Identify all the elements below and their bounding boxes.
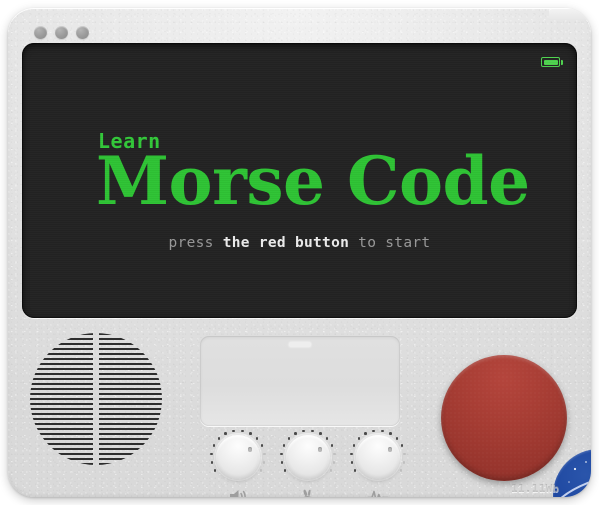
device-screen: Learn Morse Code press the red button to… — [22, 43, 577, 318]
knob-volume-pointer — [247, 447, 252, 452]
knob-tick — [403, 452, 406, 456]
battery-body — [541, 57, 560, 67]
knob-tick — [319, 432, 322, 435]
knob-tick — [350, 461, 354, 464]
knob-tick — [352, 444, 356, 447]
start-button[interactable] — [441, 355, 567, 481]
knob-tick — [399, 468, 403, 472]
page-title: Morse Code — [96, 142, 530, 220]
battery-cap — [561, 59, 563, 65]
knob-tick — [357, 437, 361, 440]
speaker-grille-right — [99, 333, 162, 465]
knob-tick — [333, 452, 336, 456]
knob-tick — [210, 452, 213, 456]
knob-tick — [310, 429, 314, 433]
knob-speed-dial[interactable] — [286, 435, 330, 479]
knob-tick — [372, 429, 376, 433]
knob-tick — [287, 437, 291, 440]
knob-tick — [280, 452, 283, 456]
knob-tick — [400, 444, 404, 447]
knob-tick — [210, 461, 214, 464]
knob-tick — [232, 429, 236, 433]
knob-tone-dial[interactable] — [356, 435, 400, 479]
knob-tick — [213, 468, 217, 472]
knob-tick — [255, 437, 259, 440]
knob-tick — [283, 468, 287, 472]
knob-tick — [212, 444, 216, 447]
knob-tick — [260, 444, 264, 447]
knob-tick — [325, 437, 329, 440]
knob-tick — [395, 437, 399, 440]
start-hint-text: press the red button to start — [22, 235, 577, 251]
rabbit-icon — [277, 488, 339, 497]
knob-speed[interactable] — [277, 426, 339, 497]
knob-tick — [217, 437, 221, 440]
knob-tick — [259, 468, 263, 472]
knob-speed-pointer — [317, 447, 322, 452]
knob-volume[interactable] — [207, 426, 269, 497]
knob-tone[interactable] — [347, 426, 409, 497]
knob-tick — [329, 468, 333, 472]
knob-tick — [389, 432, 392, 435]
knob-tick — [224, 432, 227, 435]
knob-tick — [350, 452, 353, 456]
radio-device-body: Learn Morse Code press the red button to… — [8, 8, 591, 497]
knob-tick — [332, 461, 336, 464]
volume-icon — [207, 488, 269, 497]
knob-tick — [249, 432, 252, 435]
window-close-button[interactable] — [34, 26, 47, 39]
waveform-icon — [347, 488, 409, 497]
display-panel[interactable] — [200, 336, 400, 426]
knob-tone-pointer — [387, 447, 392, 452]
knob-tick — [240, 429, 244, 433]
window-controls — [34, 26, 89, 39]
knob-tick — [302, 429, 306, 433]
knob-tick — [282, 444, 286, 447]
knob-tick — [280, 461, 284, 464]
speaker-grille-left — [30, 333, 93, 465]
panel-indicator-led — [289, 342, 311, 347]
window-minimize-button[interactable] — [55, 26, 68, 39]
knob-tick — [262, 461, 266, 464]
knob-tick — [402, 461, 406, 464]
hint-prefix: press — [168, 235, 223, 251]
device-model-text: 11.11Wb — [511, 482, 560, 495]
hint-emphasis: the red button — [222, 235, 350, 251]
knob-tick — [330, 444, 334, 447]
window-zoom-button[interactable] — [76, 26, 89, 39]
knob-tick — [364, 432, 367, 435]
knob-tick — [353, 468, 357, 472]
knob-volume-dial[interactable] — [216, 435, 260, 479]
knob-tick — [294, 432, 297, 435]
knob-tick — [380, 429, 384, 433]
antenna-stub — [549, 8, 591, 20]
hint-suffix: to start — [349, 235, 431, 251]
battery-fill — [543, 59, 558, 65]
battery-icon — [541, 57, 563, 67]
knob-tick — [263, 452, 266, 456]
speaker-grille — [30, 333, 162, 465]
